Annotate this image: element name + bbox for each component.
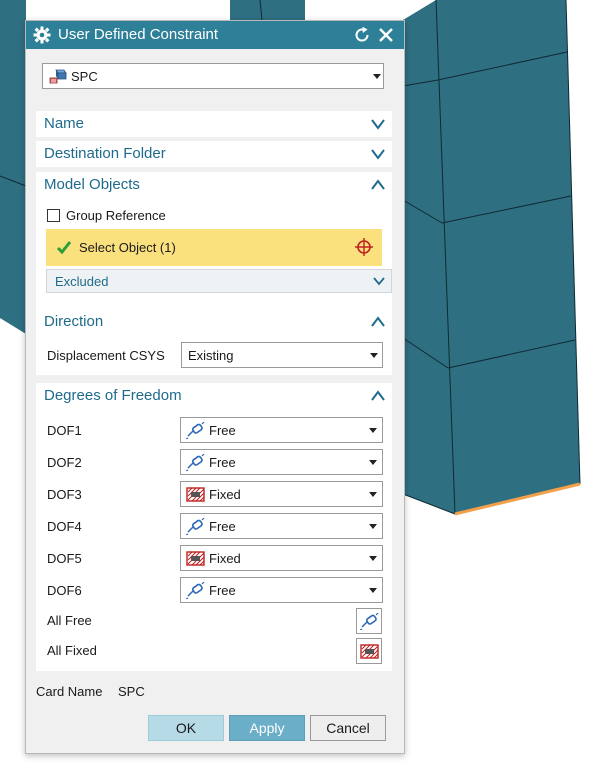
dof2-value: Free: [209, 455, 236, 470]
group-label-degrees-of-freedom: Degrees of Freedom: [44, 387, 182, 404]
crosshair-icon: [355, 238, 373, 256]
dialog-title-bar[interactable]: User Defined Constraint: [26, 21, 404, 49]
chevron-down-icon: [369, 460, 377, 465]
chevron-down-icon: [369, 428, 377, 433]
dof3-dropdown[interactable]: Fixed: [180, 481, 383, 507]
apply-button[interactable]: Apply: [229, 715, 305, 741]
chevron-down-icon: [369, 524, 377, 529]
group-reference-label: Group Reference: [66, 208, 166, 223]
fixed-dof-icon: [186, 551, 205, 566]
all-fixed-button[interactable]: [356, 638, 382, 664]
dof4-dropdown[interactable]: Free: [180, 513, 383, 539]
select-object-row[interactable]: Select Object (1): [46, 229, 346, 266]
ok-button[interactable]: OK: [148, 715, 224, 741]
card-name-label: Card Name: [36, 684, 103, 699]
user-defined-constraint-dialog: User Defined Constraint SPC Name Destina…: [25, 20, 405, 754]
chevron-down-icon: [369, 492, 377, 497]
excluded-label: Excluded: [55, 274, 109, 289]
dof5-label: DOF5: [47, 551, 82, 566]
group-label-destination-folder: Destination Folder: [44, 145, 166, 162]
cancel-button[interactable]: Cancel: [310, 715, 386, 741]
displacement-csys-dropdown[interactable]: Existing: [181, 342, 383, 368]
crosshair-select-button[interactable]: [346, 229, 382, 266]
checkmark-icon: [56, 241, 72, 255]
all-free-label: All Free: [47, 613, 92, 628]
close-icon[interactable]: [377, 26, 395, 44]
displacement-csys-value: Existing: [188, 348, 234, 363]
group-label-name: Name: [44, 115, 85, 132]
group-header-name[interactable]: Name: [36, 111, 392, 137]
gear-icon[interactable]: [33, 26, 51, 44]
group-header-destination-folder[interactable]: Destination Folder: [36, 141, 392, 167]
fixed-dof-icon: [360, 644, 379, 659]
dof2-label: DOF2: [47, 455, 82, 470]
chevron-down-icon: [371, 149, 385, 160]
group-header-degrees-of-freedom[interactable]: Degrees of Freedom: [36, 383, 392, 409]
all-fixed-label: All Fixed: [47, 643, 97, 658]
select-object-label: Select Object (1): [79, 240, 176, 255]
free-dof-icon: [186, 518, 205, 535]
dof1-value: Free: [209, 423, 236, 438]
constraint-type-value: SPC: [71, 69, 98, 84]
chevron-down-icon: [373, 277, 385, 286]
chevron-down-icon: [369, 588, 377, 593]
chevron-up-icon: [371, 179, 385, 190]
chevron-up-icon: [371, 316, 385, 327]
dof6-dropdown[interactable]: Free: [180, 577, 383, 603]
chevron-down-icon: [369, 556, 377, 561]
fixed-dof-icon: [186, 487, 205, 502]
dof5-dropdown[interactable]: Fixed: [180, 545, 383, 571]
reset-icon[interactable]: [353, 26, 371, 44]
chevron-down-icon: [371, 119, 385, 130]
constraint-type-dropdown[interactable]: SPC: [42, 63, 384, 89]
dof3-value: Fixed: [209, 487, 241, 502]
dof4-label: DOF4: [47, 519, 82, 534]
chevron-up-icon: [371, 390, 385, 401]
free-dof-icon: [186, 454, 205, 471]
group-header-direction[interactable]: Direction: [36, 309, 392, 335]
free-dof-icon: [186, 582, 205, 599]
dof6-label: DOF6: [47, 583, 82, 598]
card-name-value: SPC: [118, 684, 145, 699]
dof5-value: Fixed: [209, 551, 241, 566]
displacement-csys-label: Displacement CSYS: [47, 348, 165, 363]
group-label-model-objects: Model Objects: [44, 176, 140, 193]
all-free-button[interactable]: [356, 608, 382, 634]
dof2-dropdown[interactable]: Free: [180, 449, 383, 475]
free-dof-icon: [360, 613, 379, 630]
dof6-value: Free: [209, 583, 236, 598]
spc-constraint-icon: [49, 69, 67, 84]
chevron-down-icon: [370, 353, 378, 358]
dialog-title: User Defined Constraint: [58, 26, 219, 43]
group-header-model-objects[interactable]: Model Objects: [36, 172, 392, 198]
group-reference-checkbox[interactable]: [47, 209, 60, 222]
dof1-label: DOF1: [47, 423, 82, 438]
dof4-value: Free: [209, 519, 236, 534]
free-dof-icon: [186, 422, 205, 439]
chevron-down-icon: [373, 74, 381, 79]
dof3-label: DOF3: [47, 487, 82, 502]
dof1-dropdown[interactable]: Free: [180, 417, 383, 443]
excluded-subgroup[interactable]: Excluded: [46, 269, 392, 293]
group-label-direction: Direction: [44, 313, 104, 330]
